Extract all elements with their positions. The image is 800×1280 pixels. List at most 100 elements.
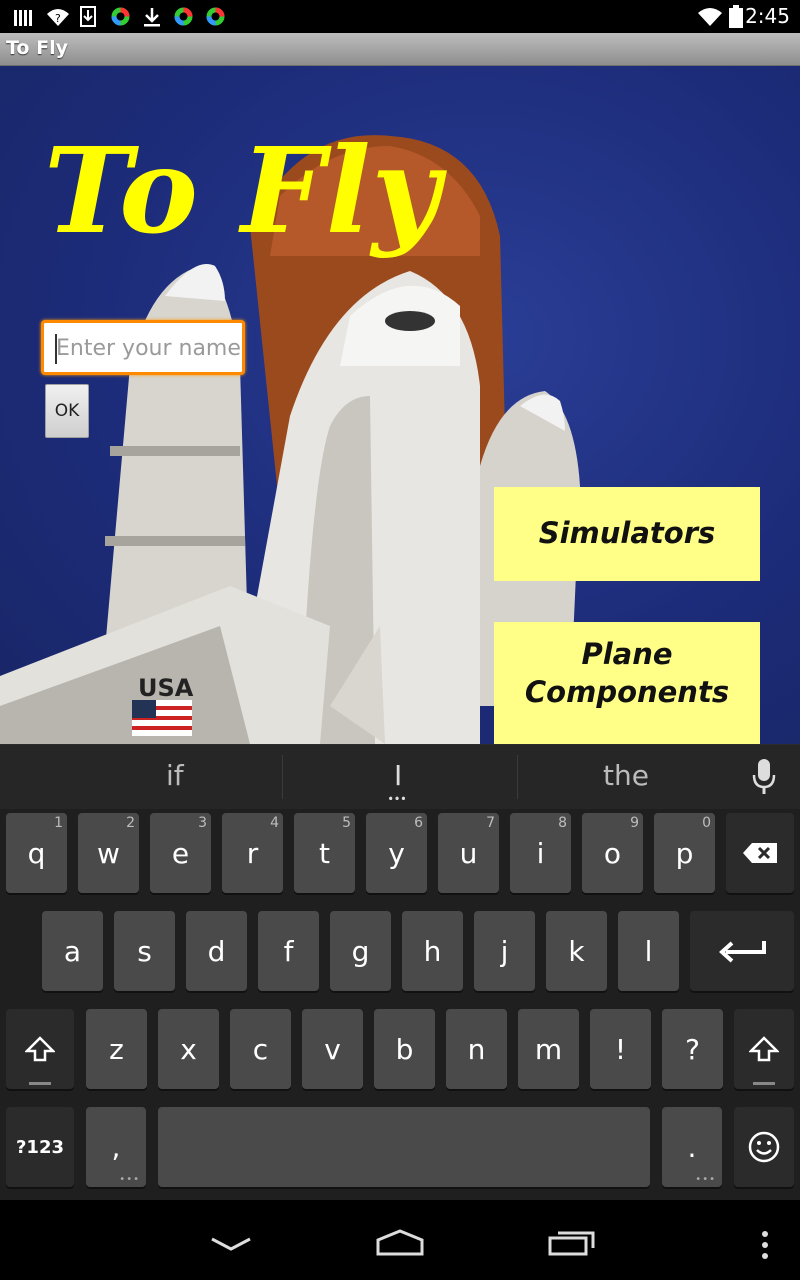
key-n[interactable]: n [446, 1009, 507, 1089]
shift-indicator [29, 1082, 51, 1085]
status-bar: ? 2:45 [0, 0, 800, 33]
key-q-hint: 1 [54, 815, 63, 831]
key-e-hint: 3 [198, 815, 207, 831]
key-a-label: a [63, 934, 82, 968]
key-j[interactable]: j [474, 911, 535, 991]
key-b[interactable]: b [374, 1009, 435, 1089]
key-f[interactable]: f [258, 911, 319, 991]
emoji-key[interactable] [734, 1107, 794, 1187]
key-exclamation-label: ! [614, 1032, 627, 1066]
key-r-hint: 4 [270, 815, 279, 831]
app-notification-icon [174, 7, 193, 26]
key-d[interactable]: d [186, 911, 247, 991]
key-w-hint: 2 [126, 815, 135, 831]
microphone-icon[interactable] [752, 759, 776, 795]
symbols-key[interactable]: ?123 [6, 1107, 74, 1187]
key-r[interactable]: r4 [222, 813, 283, 893]
key-question-label: ? [685, 1032, 700, 1066]
action-bar: To Fly [0, 33, 800, 66]
battery-icon [729, 5, 743, 28]
key-q-label: q [27, 836, 46, 870]
key-l-label: l [644, 934, 653, 968]
key-x-label: x [180, 1032, 197, 1066]
key-u[interactable]: u7 [438, 813, 499, 893]
svg-text:?: ? [55, 12, 61, 25]
suggestion-3[interactable]: the [603, 759, 649, 792]
key-l[interactable]: l [618, 911, 679, 991]
enter-arrow-icon [719, 941, 766, 963]
key-more-dots: ••• [695, 1174, 716, 1185]
comma-key-label: , [111, 1130, 121, 1164]
period-key[interactable]: . ••• [662, 1107, 722, 1187]
key-v[interactable]: v [302, 1009, 363, 1089]
shift-key-right[interactable] [734, 1009, 794, 1089]
key-question[interactable]: ? [662, 1009, 723, 1089]
suggestion-1[interactable]: if [166, 759, 184, 792]
key-f-label: f [283, 934, 294, 968]
shift-key-left[interactable] [6, 1009, 74, 1089]
soft-keyboard: if I ••• the ?123 , ••• . ••• q 1 w 2 e … [0, 744, 800, 1200]
key-g[interactable]: g [330, 911, 391, 991]
key-w[interactable]: w2 [78, 813, 139, 893]
recent-apps-icon[interactable] [548, 1228, 596, 1256]
key-y-hint: 6 [414, 815, 423, 831]
key-exclamation[interactable]: ! [590, 1009, 651, 1089]
suggestion-strip: if I ••• the [0, 745, 800, 809]
backspace-key[interactable] [726, 813, 794, 893]
key-z[interactable]: z [86, 1009, 147, 1089]
key-k[interactable]: k [546, 911, 607, 991]
key-q[interactable]: q1 [6, 813, 67, 893]
key-m[interactable]: m [518, 1009, 579, 1089]
key-a[interactable]: a [42, 911, 103, 991]
key-i-hint: 8 [558, 815, 567, 831]
name-input[interactable]: Enter your name [41, 320, 245, 375]
suggestion-divider [517, 755, 518, 799]
overflow-menu-icon[interactable] [760, 1230, 770, 1260]
key-t[interactable]: t5 [294, 813, 355, 893]
key-p-label: p [675, 836, 694, 870]
key-s[interactable]: s [114, 911, 175, 991]
suggestion-divider [282, 755, 283, 799]
key-o-hint: 9 [630, 815, 639, 831]
system-navigation-bar [0, 1200, 800, 1280]
ok-button[interactable]: OK [45, 384, 89, 438]
key-i[interactable]: i8 [510, 813, 571, 893]
key-o[interactable]: o9 [582, 813, 643, 893]
key-c[interactable]: c [230, 1009, 291, 1089]
key-x[interactable]: x [158, 1009, 219, 1089]
key-v-label: v [324, 1032, 341, 1066]
backspace-icon [743, 843, 777, 863]
key-i-label: i [536, 836, 545, 870]
key-k-label: k [568, 934, 585, 968]
enter-key[interactable] [690, 911, 794, 991]
key-e[interactable]: e3 [150, 813, 211, 893]
comma-key[interactable]: , ••• [86, 1107, 146, 1187]
clock: 2:45 [745, 4, 790, 28]
key-u-label: u [459, 836, 478, 870]
name-input-placeholder: Enter your name [56, 336, 241, 361]
space-bar[interactable] [158, 1107, 650, 1187]
key-h[interactable]: h [402, 911, 463, 991]
back-chevron-icon[interactable] [210, 1236, 252, 1252]
key-g-label: g [351, 934, 370, 968]
simulators-button[interactable]: Simulators [494, 487, 760, 581]
key-z-label: z [109, 1032, 124, 1066]
key-c-label: c [252, 1032, 269, 1066]
key-p[interactable]: p0 [654, 813, 715, 893]
key-more-dots: ••• [119, 1174, 140, 1185]
download-box-icon [80, 6, 96, 27]
plane-components-button[interactable]: Plane Components [494, 622, 760, 744]
key-u-hint: 7 [486, 815, 495, 831]
key-e-label: e [171, 836, 190, 870]
smiley-icon [748, 1131, 780, 1163]
key-s-label: s [137, 934, 152, 968]
signal-bars-icon [14, 10, 32, 26]
key-w-label: w [97, 836, 120, 870]
home-icon[interactable] [374, 1228, 426, 1256]
more-suggestions-dots: ••• [388, 789, 408, 808]
key-d-label: d [207, 934, 226, 968]
key-y[interactable]: y6 [366, 813, 427, 893]
suggestion-2[interactable]: I [394, 759, 402, 792]
key-m-label: m [534, 1032, 563, 1066]
key-y-label: y [388, 836, 405, 870]
